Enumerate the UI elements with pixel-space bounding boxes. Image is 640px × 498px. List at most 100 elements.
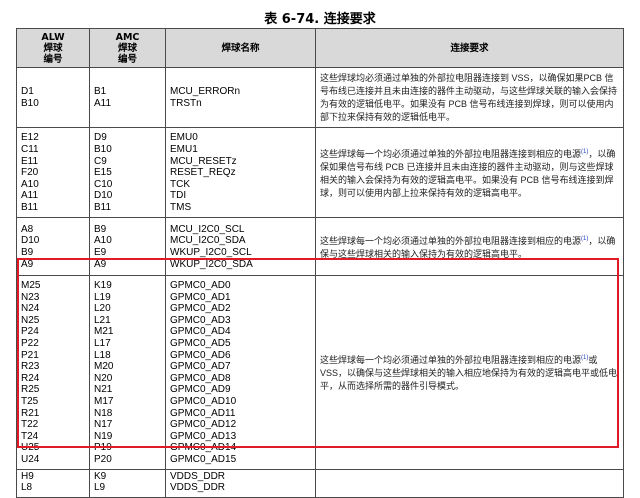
cell-line: R25 (21, 384, 40, 396)
cell-line: P22 (21, 337, 39, 349)
cell-line: GPMC0_AD4 (170, 326, 231, 338)
cell-line: MCU_ERRORn (170, 86, 241, 98)
header-amc-ball-number: AMC 焊球 编号 (89, 28, 166, 68)
cell-line: B1 (94, 86, 107, 98)
cell-line: GPMC0_AD14 (170, 442, 237, 454)
cell-line: A11 (21, 190, 39, 202)
cell-line: R21 (21, 407, 40, 419)
cell-line: R23 (21, 361, 40, 373)
requirement-cell: 这些焊球每一个均必须通过单独的外部拉电阻器连接到相应的电源(1)，以确保如果信号… (315, 127, 624, 218)
cell-line: GPMC0_AD10 (170, 395, 237, 407)
cell-line: VDDS_DDR (170, 482, 226, 494)
cell-line: C11 (21, 144, 39, 156)
cell-line: A11 (94, 98, 112, 109)
cell-line: WKUP_I2C0_SCL (170, 247, 252, 258)
cell-line: L8 (21, 482, 33, 494)
requirement-text-part: 这些焊球均必须通过单独的外部拉电阻器连接到 VSS，以确保如果PCB 信号布线已… (320, 73, 618, 122)
alw-ball-cell: D1 B10 (16, 67, 90, 128)
ball-name-cell: EMU0 EMU1 MCU_RESETz RESET_REQz TCK TDI TMS (165, 127, 316, 218)
cell-line: MCU_I2C0_SCL (170, 223, 245, 235)
cell-line: A9 (21, 258, 34, 270)
cell-line: GPMC0_AD12 (170, 419, 237, 431)
cell-line: L18 (94, 349, 111, 361)
table-header-row: ALW 焊球 编号 AMC 焊球 编号 焊球名称 连接要求 (16, 28, 624, 68)
cell-line: L21 (94, 314, 111, 326)
requirement-text-part: 这些焊球每一个均必须通过单独的外部拉电阻器连接到相应的电源 (320, 149, 582, 159)
cell-line: N20 (94, 372, 113, 384)
cell-line: GPMC0_AD0 (170, 280, 231, 291)
alw-ball-cell: A8 D10 B9 A9 (16, 217, 90, 276)
table-row: D1 B10 B1 A11 MCU_ERRORn TRSTn 这些焊球均必须通过单独的外部拉… (16, 67, 624, 128)
alw-ball-cell: M25 N23 N24 N25 P24 P22 P21 R23 R24 R25 T25 R21 T22 T… (16, 275, 90, 470)
cell-line: WKUP_I2C0_SDA (170, 258, 253, 270)
cell-line: N25 (21, 314, 40, 326)
alw-ball-cell: E12 C11 E11 F20 A10 A11 B11 (16, 127, 90, 218)
cell-line: L9 (94, 482, 106, 494)
cell-line: A10 (21, 178, 39, 190)
cell-line: P19 (94, 442, 112, 454)
cell-line: GPMC0_AD13 (170, 430, 237, 442)
cell-line: E15 (94, 167, 112, 179)
cell-line: K19 (94, 280, 112, 291)
cell-line: TMS (170, 201, 192, 213)
cell-line: A8 (21, 223, 34, 235)
cell-line: M20 (94, 361, 114, 373)
cell-line: M25 (21, 280, 41, 291)
cell-line: L19 (94, 291, 111, 303)
ball-name-cell: GPMC0_AD0 GPMC0_AD1 GPMC0_AD2 GPMC0_AD3 GPMC… (165, 275, 316, 470)
cell-line: EMU0 (170, 132, 198, 144)
cell-line: E12 (21, 132, 39, 144)
cell-line: VDDS_DDR (170, 470, 226, 482)
table-row: H9 L8 K9 L9 VDDS_DDR VDDS_DDR (16, 468, 624, 498)
cell-line: P21 (21, 349, 39, 361)
cell-line: L20 (94, 303, 111, 315)
cell-line: N21 (94, 384, 113, 396)
cell-line: R24 (21, 372, 40, 384)
cell-line: T25 (21, 395, 39, 407)
cell-line: D10 (94, 190, 113, 202)
cell-line: H9 (21, 470, 34, 482)
cell-line: B10 (94, 144, 112, 156)
cell-line: E9 (94, 247, 107, 258)
cell-line: GPMC0_AD3 (170, 314, 231, 326)
cell-line: TDI (170, 190, 187, 202)
header-connection-requirement: 连接要求 (315, 28, 624, 68)
cell-line: B9 (21, 247, 34, 258)
alw-ball-cell: H9 L8 (16, 468, 90, 498)
requirement-text-part: 这些焊球每一个均必须通过单独的外部拉电阻器连接到相应的电源 (320, 355, 582, 366)
amc-ball-cell: K9 L9 (89, 468, 166, 498)
cell-line: C10 (94, 178, 113, 190)
table-row: A8 D10 B9 A9 B9 A10 E9 A9 MCU_I2C0_SCL MCU_I2C0_S… (16, 217, 624, 276)
cell-line: P24 (21, 326, 39, 338)
cell-line: F20 (21, 167, 39, 179)
requirement-cell (315, 468, 624, 498)
header-ball-name: 焊球名称 (165, 28, 316, 68)
cell-line: GPMC0_AD8 (170, 372, 231, 384)
header-alw-ball-number: ALW 焊球 编号 (16, 28, 90, 68)
requirement-text: 这些焊球均必须通过单独的外部拉电阻器连接到 VSS，以确保如果PCB 信号布线已… (320, 72, 620, 124)
cell-line: MCU_RESETz (170, 155, 237, 167)
requirement-text: 这些焊球每一个均必须通过单独的外部拉电阻器连接到相应的电源(1)或 VSS，以确… (320, 352, 620, 393)
amc-ball-cell: B9 A10 E9 A9 (89, 217, 166, 276)
cell-line: MCU_I2C0_SDA (170, 235, 246, 247)
cell-line: D9 (94, 132, 107, 144)
cell-line: N24 (21, 303, 40, 315)
cell-line: GPMC0_AD6 (170, 349, 231, 361)
cell-line: GPMC0_AD2 (170, 303, 231, 315)
cell-line: GPMC0_AD11 (170, 407, 236, 419)
cell-line: N18 (94, 407, 113, 419)
requirement-text-part: 这些焊球每一个均必须通过单独的外部拉电阻器连接到相应的电源 (320, 236, 582, 246)
cell-line: TCK (170, 178, 190, 190)
cell-line: N19 (94, 430, 113, 442)
connection-requirements-table: ALW 焊球 编号 AMC 焊球 编号 焊球名称 连接要求 D1 B10 B1 A11… (16, 28, 624, 498)
ball-name-cell: VDDS_DDR VDDS_DDR (165, 468, 316, 498)
requirement-text: 这些焊球每一个均必须通过单独的外部拉电阻器连接到相应的电源(1)，以确保如果信号… (320, 146, 620, 200)
table-title: 表 6-74. 连接要求 (264, 12, 376, 27)
cell-line: U24 (21, 453, 40, 465)
requirement-text: 这些焊球每一个均必须通过单独的外部拉电阻器连接到相应的电源(1)，以确保与这些焊… (320, 233, 620, 261)
cell-line: TRSTn (170, 98, 202, 109)
cell-line: T22 (21, 419, 39, 431)
cell-line: GPMC0_AD15 (170, 453, 237, 465)
cell-line: P20 (94, 453, 112, 465)
cell-line: GPMC0_AD9 (170, 384, 231, 396)
